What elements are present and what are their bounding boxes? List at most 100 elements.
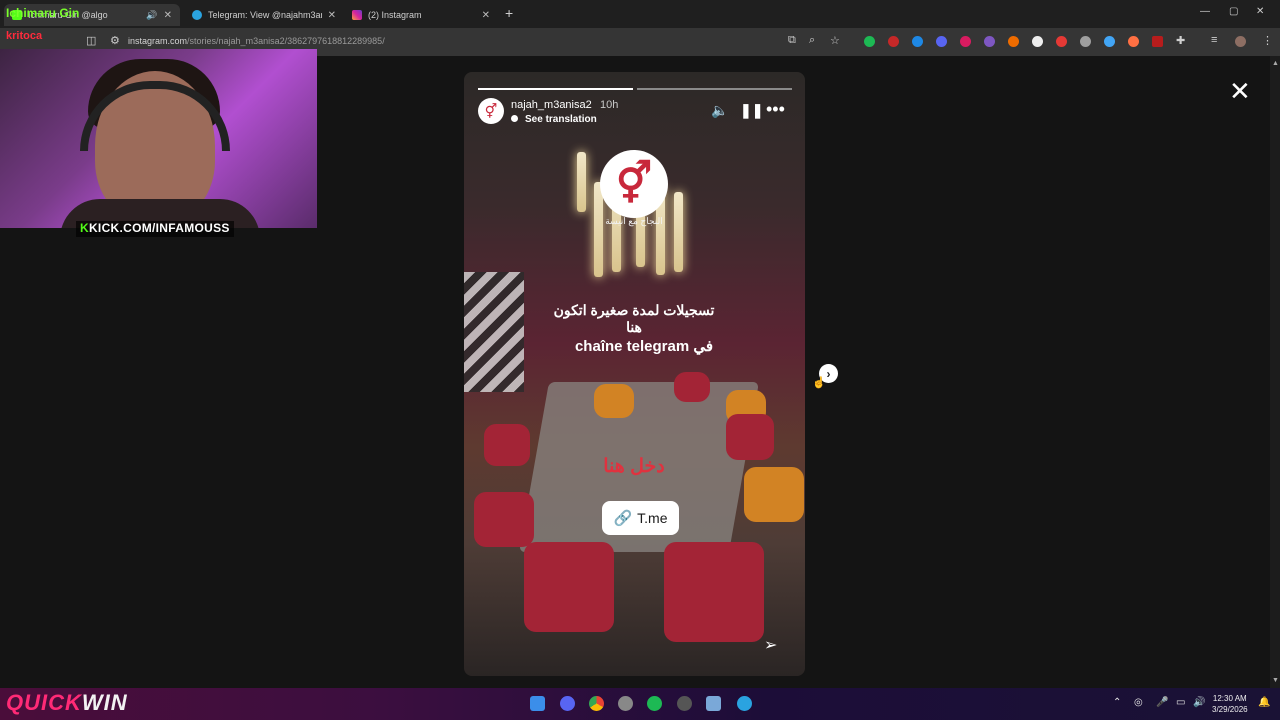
link-sticker-label: T.me — [637, 510, 668, 526]
extension-icon[interactable] — [888, 36, 899, 47]
story-progress-segment — [478, 88, 633, 90]
page-scrollbar[interactable]: ▲ ▼ — [1270, 56, 1280, 688]
network-icon[interactable]: ▭ — [1176, 697, 1185, 708]
telegram-icon[interactable] — [737, 696, 752, 711]
extension-icon[interactable] — [1032, 36, 1043, 47]
extension-icon[interactable] — [1104, 36, 1115, 47]
extension-icon[interactable] — [1128, 36, 1139, 47]
brand-logo-text: النجاح مع انيسة — [605, 216, 663, 226]
close-tab-icon[interactable]: ✕ — [482, 10, 490, 21]
url-domain: instagram.com — [128, 36, 188, 46]
extension-icon[interactable] — [912, 36, 923, 47]
sidebar-toggle-icon[interactable]: ◫ — [86, 34, 96, 47]
see-translation-link[interactable]: See translation — [511, 114, 597, 125]
site-info-icon[interactable]: ⚙ — [110, 34, 120, 47]
story-timestamp: 10h — [600, 99, 619, 111]
close-story-icon[interactable]: ✕ — [1229, 76, 1251, 107]
pendant-lamp — [577, 152, 586, 212]
maximize-button[interactable]: ▢ — [1229, 6, 1238, 17]
tab-instagram[interactable]: (2) Instagram ✕ — [344, 4, 498, 26]
telegram-favicon-icon — [192, 10, 202, 20]
volume-icon[interactable]: 🔊 — [1193, 697, 1205, 708]
extension-icon[interactable] — [1056, 36, 1067, 47]
windows-taskbar: QUICKWIN ⌃ ◎ 🎤 ▭ 🔊 12:30 AM 3/29/2026 🔔 — [0, 688, 1280, 720]
pendant-lamp — [674, 192, 683, 272]
kick-banner: KKICK.COM/INFAMOUSS — [76, 221, 234, 237]
app-icon[interactable] — [706, 696, 721, 711]
wall-decor — [464, 272, 524, 392]
tab-telegram[interactable]: Telegram: View @najahm3anisa ✕ — [184, 4, 344, 26]
new-tab-button[interactable]: + — [505, 5, 513, 21]
clock-time: 12:30 AM — [1212, 694, 1247, 703]
url-field[interactable]: instagram.com/stories/najah_m3anisa2/386… — [128, 36, 385, 46]
tab-label: (2) Instagram — [368, 10, 422, 20]
extension-icon[interactable] — [984, 36, 995, 47]
chair — [744, 467, 804, 522]
obs-icon[interactable] — [618, 696, 633, 711]
share-send-icon[interactable]: ➢ — [764, 635, 777, 655]
reading-list-icon[interactable]: ≡ — [1211, 34, 1217, 46]
mouse-cursor-icon: ☝ — [812, 377, 826, 389]
extension-icon[interactable] — [1152, 36, 1163, 47]
windows-start-icon[interactable] — [530, 696, 545, 711]
sound-icon[interactable]: 🔈 — [711, 102, 728, 119]
chrome-icon[interactable] — [589, 696, 604, 711]
chair — [664, 542, 764, 642]
browser-tab-bar: Ichimaru Gin @algo 🔊 ✕ Telegram: View @n… — [0, 0, 1280, 28]
story-card[interactable]: ⚥ najah_m3anisa2 10h See translation 🔈 ❚… — [464, 72, 805, 676]
story-caption-line1: تسجيلات لمدة صغيرة اتكون هنا — [553, 302, 715, 335]
stream-overlay-name: Ichimaru Gin — [6, 6, 80, 20]
clock-date: 3/29/2026 — [1212, 705, 1248, 714]
microphone-icon[interactable]: 🎤 — [1156, 697, 1168, 708]
close-tab-icon[interactable]: ✕ — [164, 10, 172, 21]
extension-icon[interactable] — [1080, 36, 1091, 47]
scroll-up-icon[interactable]: ▲ — [1272, 60, 1279, 67]
spotify-icon[interactable] — [647, 696, 662, 711]
link-icon: 🔗 — [613, 510, 633, 527]
extensions-puzzle-icon[interactable]: ✚ — [1176, 34, 1185, 47]
chair — [474, 492, 534, 547]
chair — [524, 542, 614, 632]
kick-logo: K — [80, 221, 89, 235]
extension-icon[interactable] — [1008, 36, 1019, 47]
story-username[interactable]: najah_m3anisa2 — [511, 99, 592, 111]
extension-icon[interactable] — [960, 36, 971, 47]
screen: Ichimaru Gin @algo 🔊 ✕ Telegram: View @n… — [0, 0, 1280, 720]
brand-logo: ⚥ — [600, 150, 668, 218]
stream-overlay-sub: kritoca — [6, 30, 43, 42]
quickwin-brand: QUICKWIN — [6, 690, 128, 716]
chair — [484, 424, 530, 466]
brand-part-b: WIN — [81, 690, 128, 715]
browser-menu-icon[interactable]: ⋮ — [1262, 34, 1273, 47]
pause-icon[interactable]: ❚❚ — [740, 102, 763, 119]
close-window-button[interactable]: ✕ — [1256, 6, 1264, 17]
scroll-down-icon[interactable]: ▼ — [1272, 677, 1279, 684]
install-app-icon[interactable]: ⧉ — [788, 34, 796, 47]
tray-overflow-icon[interactable]: ⌃ — [1113, 697, 1121, 708]
chair — [594, 384, 634, 418]
webcam-overlay — [0, 49, 317, 228]
chair — [674, 372, 710, 402]
minimize-button[interactable]: — — [1200, 6, 1210, 17]
speaker-icon[interactable]: 🔊 — [146, 10, 157, 21]
close-tab-icon[interactable]: ✕ — [328, 10, 336, 21]
profile-avatar[interactable] — [1235, 36, 1246, 47]
url-path: /stories/najah_m3anisa2/3862797618812289… — [187, 36, 385, 46]
zoom-icon[interactable]: ⌕ — [809, 34, 815, 47]
app-icon[interactable] — [677, 696, 692, 711]
chair — [726, 414, 774, 460]
more-options-icon[interactable]: ••• — [766, 99, 785, 120]
instagram-favicon-icon — [352, 10, 362, 20]
notifications-icon[interactable]: 🔔 — [1258, 697, 1270, 708]
link-sticker[interactable]: 🔗 T.me — [602, 501, 679, 535]
extension-icon[interactable] — [864, 36, 875, 47]
story-progress-segment — [637, 88, 792, 90]
tray-app-icon[interactable]: ◎ — [1134, 697, 1143, 708]
taskbar-clock[interactable]: 12:30 AM 3/29/2026 — [1212, 693, 1248, 715]
discord-icon[interactable] — [560, 696, 575, 711]
extension-icon[interactable] — [936, 36, 947, 47]
bookmark-star-icon[interactable]: ☆ — [830, 34, 840, 47]
story-author-avatar[interactable]: ⚥ — [478, 98, 504, 124]
enter-here-text: دخل هنا — [603, 456, 665, 477]
brand-part-a: QUICK — [6, 690, 82, 715]
